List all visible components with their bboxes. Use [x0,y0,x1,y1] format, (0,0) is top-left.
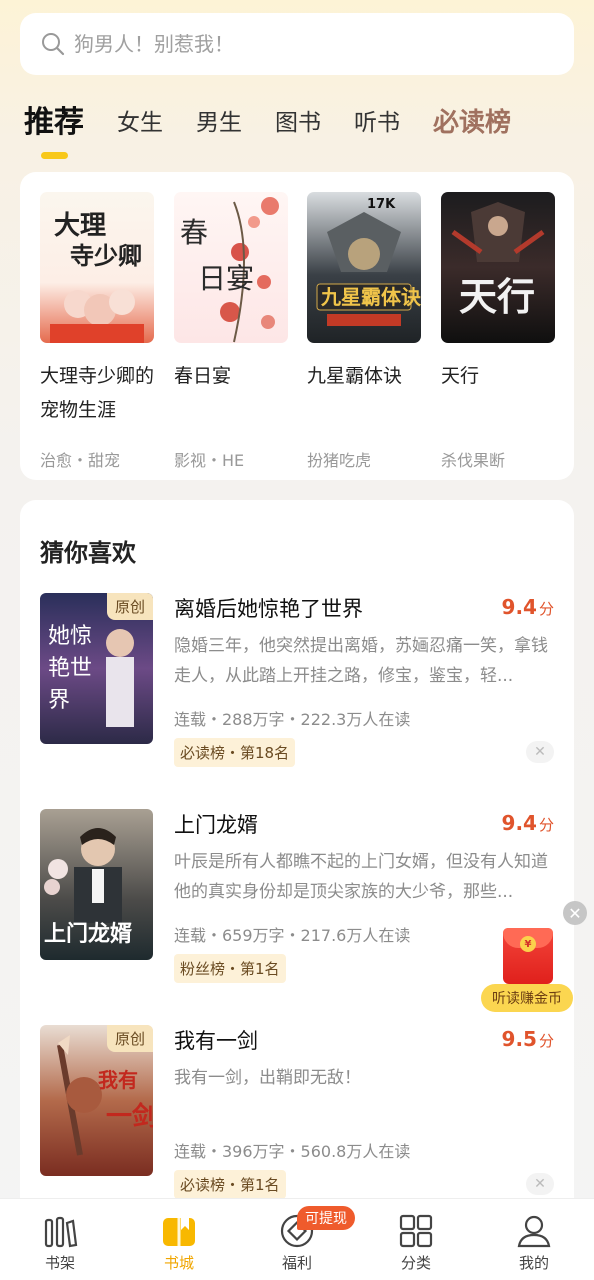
svg-text:她惊: 她惊 [48,624,92,649]
book-description: 我有一剑，出鞘即无敌！ [174,1068,361,1088]
book-cover[interactable]: 春 日宴 [174,192,288,343]
tab-must-read[interactable]: 必读榜 [433,100,511,146]
search-bar[interactable] [20,13,574,75]
svg-text:日宴: 日宴 [198,262,254,295]
book-cover[interactable]: 17K 九星霸体诀 [307,192,421,343]
nav-label: 福利 [281,1254,312,1272]
search-icon [40,31,66,57]
nav-bookstore[interactable]: 书城 [139,1213,219,1273]
svg-text:一剑: 一剑 [106,1101,153,1132]
grid-icon [397,1213,435,1249]
cover-art: 天行 [451,202,545,319]
svg-text:我有: 我有 [98,1068,138,1092]
cover-art: 17K 九星霸体诀 [316,197,421,326]
book-meta: 连载・396万字・560.8万人在读 [174,1142,411,1161]
featured-book[interactable]: 大理 寺少卿 大理寺少卿的宠物生涯 治愈・甜宠 [40,192,154,470]
featured-book[interactable]: 春 日宴 春日宴 影视・HE [174,192,288,470]
tab-audio[interactable]: 听书 [354,100,400,146]
dismiss-icon[interactable]: ✕ [526,1173,554,1195]
bookstore-icon [160,1213,198,1249]
book-score: 9.4 分 [501,811,554,835]
book-tags: 治愈・甜宠 [40,451,121,470]
tab-male[interactable]: 男生 [196,100,242,146]
svg-text:上门龙婿: 上门龙婿 [44,921,132,947]
cover-art: 春 日宴 [180,197,279,343]
book-tags: 杀伐果断 [441,451,506,470]
close-float-icon[interactable]: ✕ [563,901,587,925]
book-cover[interactable]: 我有 一剑 原创 [40,1025,153,1176]
svg-text:九星霸体诀: 九星霸体诀 [320,285,421,309]
nav-label: 分类 [400,1254,431,1272]
book-description: 隐婚三年，他突然提出离婚，苏婳忍痛一笑，拿钱走人，从此踏上开挂之路，修宝，鉴宝，… [174,636,548,686]
withdraw-badge: 可提现 [297,1206,355,1230]
nav-label: 书架 [44,1254,75,1272]
book-score: 9.5 分 [501,1027,554,1051]
dismiss-icon[interactable]: ✕ [526,741,554,763]
cover-logo-17k: 17K [367,197,396,212]
featured-books-card: 大理 寺少卿 大理寺少卿的宠物生涯 治愈・甜宠 春 日宴 春日宴 影视・HE 1… [20,172,574,480]
tab-recommend[interactable]: 推荐 [24,100,84,159]
nav-profile[interactable]: 我的 [494,1213,574,1273]
nav-bookshelf[interactable]: 书架 [20,1213,100,1273]
rank-badge[interactable]: 必读榜・第18名 [174,738,296,767]
original-badge: 原创 [106,1025,153,1052]
book-title[interactable]: 九星霸体诀 [307,359,421,393]
featured-book[interactable]: 17K 九星霸体诀 九星霸体诀 扮猪吃虎 [307,192,421,470]
svg-text:寺少卿: 寺少卿 [70,241,142,270]
book-description: 叶辰是所有人都瞧不起的上门女婿，但没有人知道他的真实身份却是顶尖家族的大少爷，那… [174,852,548,902]
featured-book[interactable]: 天行 天行 杀伐果断 [441,192,555,470]
book-title[interactable]: 天行 [441,359,555,393]
svg-text:春: 春 [180,216,208,249]
book-tags: 扮猪吃虎 [307,451,372,470]
cover-art: 大理 寺少卿 [50,211,144,343]
bookshelf-icon [41,1213,79,1249]
svg-text:天行: 天行 [459,274,535,319]
book-cover[interactable]: 大理 寺少卿 [40,192,154,343]
book-cover[interactable]: 天行 [441,192,555,343]
book-title[interactable]: 春日宴 [174,359,288,393]
nav-label: 我的 [518,1254,549,1272]
listen-earn-button[interactable]: 听读赚金币 [481,984,573,1012]
red-packet-icon[interactable]: ¥ [503,928,553,984]
recommend-item[interactable]: 我有 一剑 原创 我有一剑 9.5 分 我有一剑，出鞘即无敌！ 连载・396万字・… [40,1025,554,1200]
nav-label: 书城 [163,1254,194,1272]
svg-text:界: 界 [48,688,70,713]
recommend-item[interactable]: 上门龙婿 上门龙婿 9.4 分 叶辰是所有人都瞧不起的上门女婿，但没有人知道他的真… [40,809,554,989]
book-score: 9.4 分 [501,595,554,619]
nav-category[interactable]: 分类 [376,1213,456,1273]
book-name[interactable]: 上门龙婿 [174,809,258,839]
user-icon [515,1213,553,1249]
tab-female[interactable]: 女生 [117,100,163,146]
book-cover[interactable]: 上门龙婿 [40,809,153,960]
guess-you-like-card: 猜你喜欢 她惊 艳世 界 原创 离婚后她惊艳了世界 9.4 分 隐婚三年，他突然提… [20,500,574,1220]
cover-art: 上门龙婿 [44,828,132,947]
rank-badge[interactable]: 必读榜・第1名 [174,1170,286,1199]
rank-badge[interactable]: 粉丝榜・第1名 [174,954,286,983]
active-tab-indicator [41,152,68,159]
bottom-nav: 书架 书城 福利 分类 我的 [0,1198,594,1280]
svg-text:大理: 大理 [54,211,106,241]
book-tags: 影视・HE [174,451,245,470]
coin-icon: ¥ [520,936,536,952]
book-name[interactable]: 我有一剑 [174,1025,258,1055]
book-meta: 连载・288万字・222.3万人在读 [174,710,411,729]
book-name[interactable]: 离婚后她惊艳了世界 [174,593,363,623]
book-meta: 连载・659万字・217.6万人在读 [174,926,411,945]
original-badge: 原创 [106,593,153,620]
tab-books[interactable]: 图书 [275,100,321,146]
category-tabs: 推荐 女生 男生 图书 听书 必读榜 [24,100,544,160]
recommend-item[interactable]: 她惊 艳世 界 原创 离婚后她惊艳了世界 9.4 分 隐婚三年，他突然提出离婚，苏… [40,593,554,773]
book-title[interactable]: 大理寺少卿的宠物生涯 [40,359,154,427]
search-input[interactable] [74,32,514,56]
section-title: 猜你喜欢 [40,539,136,567]
svg-text:艳世: 艳世 [48,656,92,681]
book-cover[interactable]: 她惊 艳世 界 原创 [40,593,153,744]
